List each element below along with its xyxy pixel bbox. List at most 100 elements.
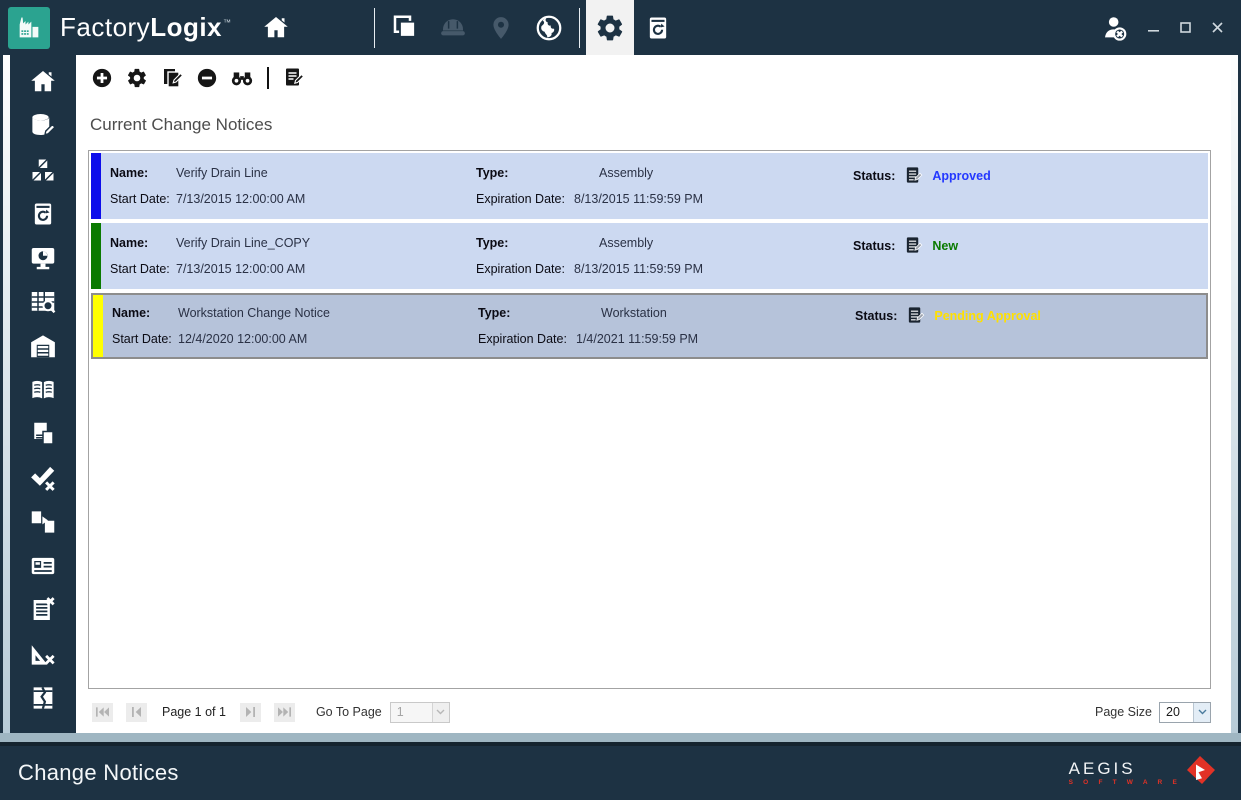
- start-date-value: 7/13/2015 12:00:00 AM: [176, 192, 306, 206]
- notice-name: Verify Drain Line: [176, 166, 268, 180]
- last-page-button[interactable]: [273, 702, 295, 722]
- status-cell: Status: New: [832, 236, 1208, 255]
- app-title: Factory Logix ™: [60, 12, 232, 43]
- data-search-icon: [31, 292, 56, 314]
- document-edit-icon: [907, 237, 923, 253]
- app-window: Factory Logix ™ Current Change Notices N…: [0, 0, 1241, 800]
- copy-edit-icon: [164, 69, 184, 88]
- add-button[interactable]: [90, 66, 114, 90]
- change-notice-row[interactable]: Name: Verify Drain Line Type: Assembly S…: [91, 153, 1208, 219]
- row-content: Name: Verify Drain Line_COPY Type: Assem…: [101, 223, 1208, 289]
- process-history-icon: [34, 203, 52, 225]
- sidebar-item-product-boxes[interactable]: [25, 155, 61, 185]
- sidebar-item-process-history[interactable]: [25, 199, 61, 229]
- page-size-label: Page Size: [1095, 705, 1152, 719]
- status-value: Pending Approval: [934, 308, 1041, 323]
- toolbar: [88, 63, 1211, 93]
- sidebar-item-damaged-box[interactable]: [25, 683, 61, 713]
- expiration-date-label: Expiration Date:: [476, 192, 565, 206]
- settings-button-active[interactable]: [585, 0, 634, 55]
- globe-button[interactable]: [525, 0, 573, 55]
- first-page-button[interactable]: [92, 702, 113, 722]
- view-button[interactable]: [230, 66, 254, 90]
- maximize-button[interactable]: [1171, 15, 1199, 41]
- brand-factory: Factory: [60, 12, 151, 42]
- gear-icon: [597, 15, 622, 40]
- sidebar-item-data-search[interactable]: [25, 287, 61, 317]
- page-size-select[interactable]: 20: [1159, 701, 1211, 723]
- name-label: Name:: [112, 306, 151, 320]
- remove-button[interactable]: [195, 66, 219, 90]
- sidebar-item-pass-fail[interactable]: [25, 463, 61, 493]
- globe-icon: [536, 15, 561, 40]
- type-label: Type:: [476, 236, 509, 250]
- brand-tm: ™: [223, 18, 232, 27]
- content-panel: Current Change Notices Name: Verify Drai…: [76, 55, 1231, 733]
- process-history-icon: [649, 17, 666, 38]
- id-card-icon: [31, 557, 55, 575]
- pagination-bar: Page 1 of 1 Go To Page 1 Page Size 20: [88, 699, 1211, 725]
- priority-stripe: [91, 153, 101, 219]
- topbar-nav: [368, 0, 682, 55]
- remove-icon: [197, 68, 217, 88]
- previous-page-button[interactable]: [126, 702, 147, 722]
- maximize-icon: [1179, 22, 1191, 33]
- binoculars-icon: [231, 72, 253, 86]
- process-history-button[interactable]: [634, 0, 682, 55]
- copy-documents-icon: [34, 422, 54, 445]
- divider: [373, 7, 375, 48]
- gear-icon: [127, 68, 146, 88]
- sidebar-item-home[interactable]: [25, 67, 61, 97]
- factorylogix-logo-icon: [8, 6, 50, 49]
- sidebar-item-defect-list[interactable]: [25, 595, 61, 625]
- configure-button[interactable]: [125, 66, 149, 90]
- start-date-label: Start Date:: [110, 262, 170, 276]
- sidebar-item-documentation[interactable]: [25, 375, 61, 405]
- window-edge-bottom: [0, 733, 1241, 746]
- sidebar-item-warehouse[interactable]: [25, 331, 61, 361]
- home-icon: [263, 16, 288, 37]
- first-page-icon: [96, 707, 109, 717]
- close-button[interactable]: [1203, 15, 1231, 41]
- expiration-date-label: Expiration Date:: [476, 262, 565, 276]
- user-signout-button[interactable]: [1095, 0, 1135, 55]
- copy-edit-button[interactable]: [160, 66, 184, 90]
- page-size-value: 20: [1166, 705, 1180, 719]
- sign-off-button[interactable]: [282, 66, 306, 90]
- damaged-box-icon: [33, 686, 53, 709]
- sidebar-item-badge[interactable]: [25, 551, 61, 581]
- documents-button[interactable]: [381, 0, 429, 55]
- change-notice-row[interactable]: Name: Verify Drain Line_COPY Type: Assem…: [91, 223, 1208, 289]
- notice-name: Verify Drain Line_COPY: [176, 236, 311, 250]
- change-notice-row-selected[interactable]: Name: Workstation Change Notice Type: Wo…: [91, 293, 1208, 359]
- sidebar-item-dashboard[interactable]: [25, 243, 61, 273]
- product-boxes-icon: [31, 158, 55, 182]
- next-page-button[interactable]: [239, 702, 261, 722]
- divider: [267, 67, 269, 89]
- status-label: Status:: [855, 308, 898, 323]
- window-edge-right: [1231, 55, 1238, 733]
- sidebar-item-database-edit[interactable]: [25, 111, 61, 141]
- goto-page-select[interactable]: 1: [389, 701, 450, 723]
- location-button[interactable]: [477, 0, 525, 55]
- sidebar-item-material-transfer[interactable]: [25, 507, 61, 537]
- row-content: Name: Verify Drain Line Type: Assembly S…: [101, 153, 1208, 219]
- minimize-button[interactable]: [1139, 15, 1167, 41]
- main-area: Current Change Notices Name: Verify Drai…: [0, 55, 1241, 733]
- type-label: Type:: [478, 306, 511, 320]
- sidebar-item-copy-documents[interactable]: [25, 419, 61, 449]
- open-book-icon: [32, 380, 54, 399]
- location-pin-icon: [492, 16, 509, 39]
- home-button[interactable]: [252, 0, 300, 55]
- sidebar-item-measurement-remove[interactable]: [25, 639, 61, 669]
- status-label: Status:: [853, 168, 896, 183]
- status-cell: Status: Approved: [832, 166, 1208, 185]
- title-bar: Factory Logix ™: [0, 0, 1241, 55]
- name-label: Name:: [110, 166, 149, 180]
- notice-name: Workstation Change Notice: [178, 306, 330, 320]
- start-date-value: 7/13/2015 12:00:00 AM: [176, 262, 306, 276]
- footer-title: Change Notices: [18, 760, 179, 785]
- hardhat-button[interactable]: [429, 0, 477, 55]
